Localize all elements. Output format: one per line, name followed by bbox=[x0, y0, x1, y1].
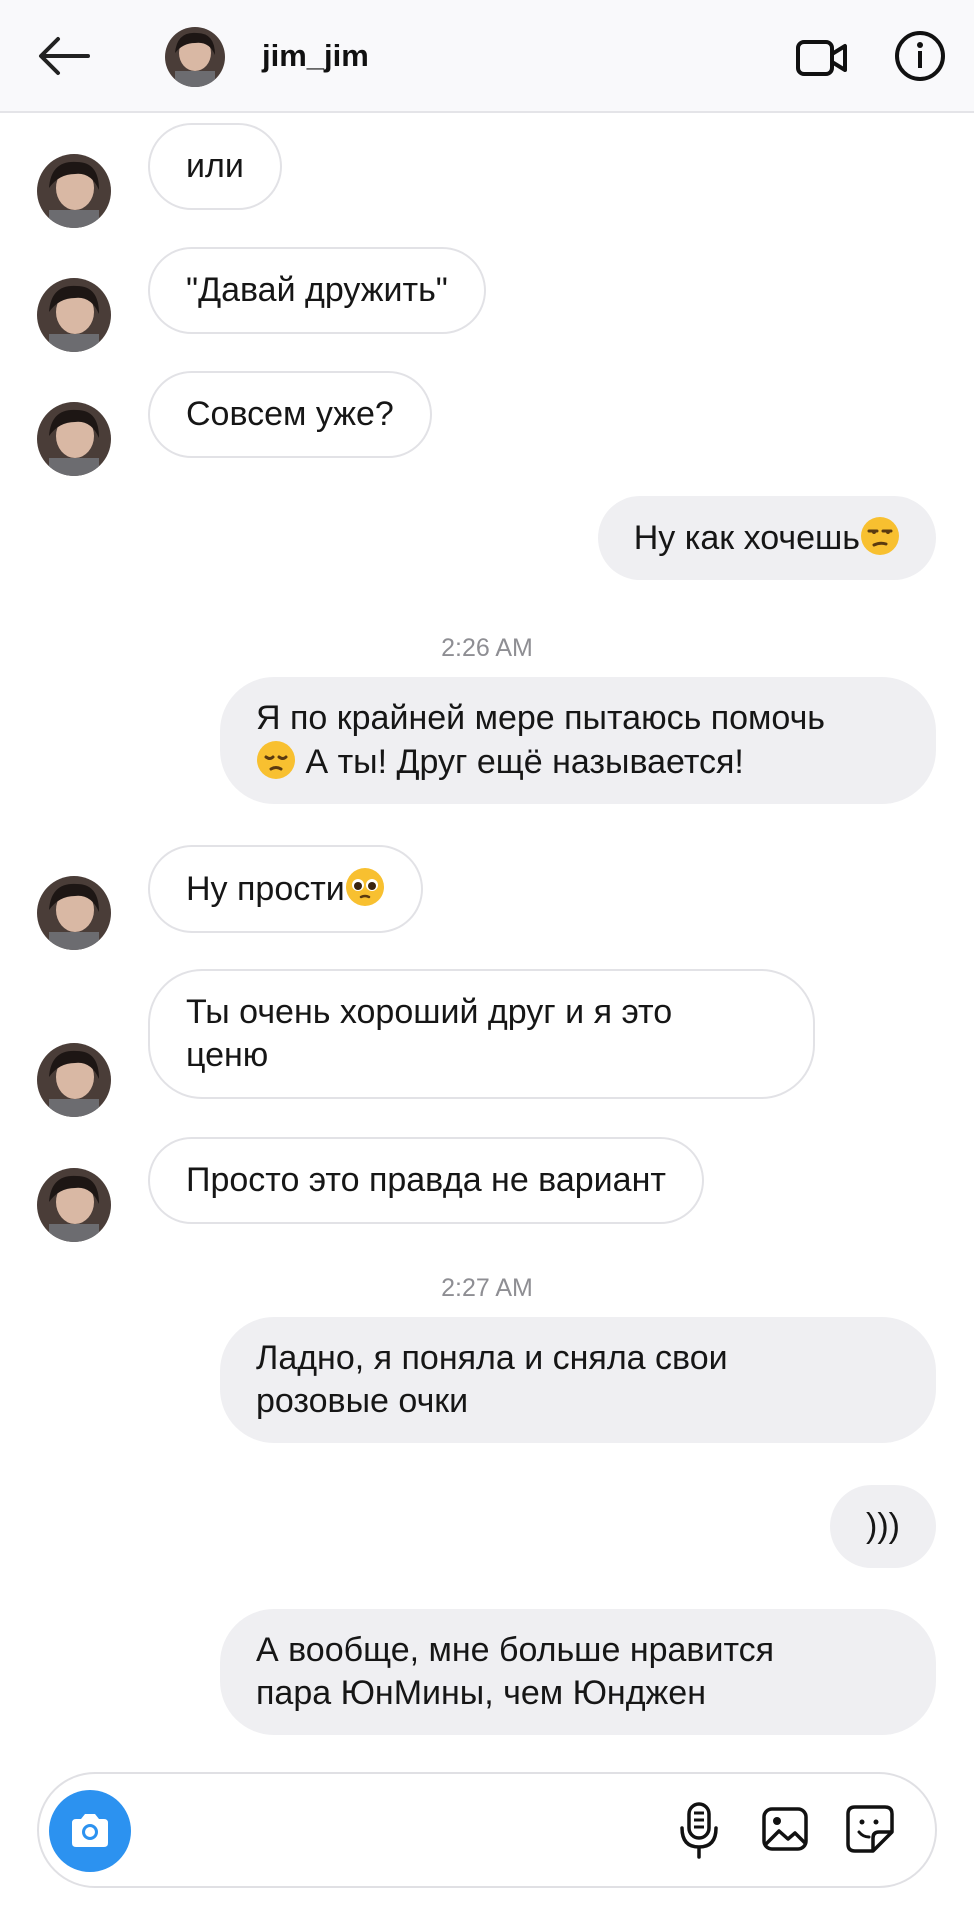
pensive-face-icon bbox=[257, 741, 295, 779]
unamused-face-icon bbox=[861, 517, 899, 555]
message-incoming[interactable]: Совсем уже? bbox=[148, 371, 432, 458]
message-text: Ну прости bbox=[186, 870, 345, 908]
message-text: пара ЮнМины, чем Юнджен bbox=[256, 1674, 706, 1712]
message-text: Просто это правда не вариант bbox=[186, 1161, 666, 1199]
sender-avatar[interactable] bbox=[37, 402, 111, 476]
sender-avatar[interactable] bbox=[37, 154, 111, 228]
message-incoming[interactable]: или bbox=[148, 123, 282, 210]
message-incoming[interactable]: Ну прости bbox=[148, 845, 423, 933]
info-icon[interactable] bbox=[894, 30, 946, 82]
header-avatar[interactable] bbox=[165, 27, 225, 87]
message-outgoing[interactable]: Ну как хочешь bbox=[597, 496, 936, 580]
message-incoming[interactable]: "Давай дружить" bbox=[148, 247, 486, 334]
video-call-icon[interactable] bbox=[795, 38, 849, 78]
message-text: Ну как хочешь bbox=[633, 519, 860, 557]
message-composer[interactable] bbox=[37, 1772, 937, 1888]
sticker-icon[interactable] bbox=[845, 1804, 895, 1854]
sender-avatar[interactable] bbox=[37, 876, 111, 950]
message-text: А вообще, мне больше нравится bbox=[256, 1631, 775, 1669]
message-outgoing[interactable]: Я по крайней мере пытаюсь помочь А ты! Д… bbox=[220, 677, 936, 804]
timestamp: 2:26 AM bbox=[441, 634, 533, 662]
sender-avatar[interactable] bbox=[37, 278, 111, 352]
timestamp: 2:27 AM bbox=[441, 1274, 533, 1302]
message-incoming[interactable]: Просто это правда не вариант bbox=[148, 1137, 704, 1224]
message-text: Я по крайней мере пытаюсь помочь bbox=[256, 699, 826, 737]
message-text: Совсем уже? bbox=[186, 395, 394, 433]
message-text: или bbox=[186, 147, 244, 185]
message-text-line: А ты! Друг ещё называется! bbox=[256, 740, 900, 784]
microphone-icon[interactable] bbox=[677, 1802, 721, 1860]
message-text: ))) bbox=[866, 1507, 900, 1545]
message-incoming[interactable]: Ты очень хороший друг и я это ценю bbox=[148, 969, 815, 1099]
message-outgoing[interactable]: Ладно, я поняла и сняла свои розовые очк… bbox=[220, 1317, 936, 1443]
pleading-face-icon bbox=[345, 868, 384, 906]
camera-button[interactable] bbox=[49, 1790, 131, 1872]
message-text: А ты! Друг ещё называется! bbox=[296, 743, 744, 781]
sender-avatar[interactable] bbox=[37, 1043, 111, 1117]
message-text: ценю bbox=[186, 1036, 269, 1074]
message-text: Ты очень хороший друг и я это bbox=[186, 993, 673, 1031]
header-username[interactable]: jim_jim bbox=[262, 38, 369, 74]
sender-avatar[interactable] bbox=[37, 1168, 111, 1242]
message-text: розовые очки bbox=[256, 1382, 469, 1420]
message-text: "Давай дружить" bbox=[186, 271, 448, 309]
message-outgoing[interactable]: ))) bbox=[830, 1485, 936, 1568]
camera-icon bbox=[72, 1814, 108, 1847]
back-arrow-icon[interactable] bbox=[36, 34, 92, 78]
chat-header: jim_jim bbox=[0, 0, 974, 113]
message-outgoing[interactable]: А вообще, мне больше нравится пара ЮнМин… bbox=[220, 1609, 936, 1735]
message-text: Ладно, я поняла и сняла свои bbox=[256, 1339, 728, 1377]
gallery-icon[interactable] bbox=[761, 1806, 809, 1852]
